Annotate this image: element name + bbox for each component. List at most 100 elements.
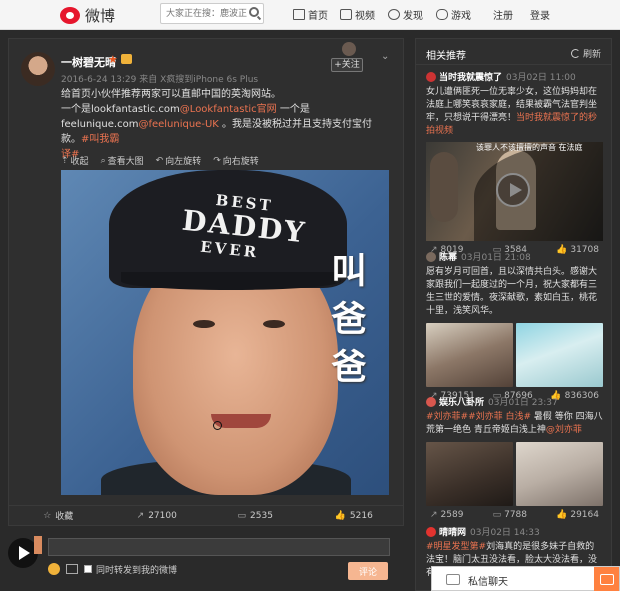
post-photo[interactable]: BEST DADDY EVER 叫爸爸: [61, 170, 389, 495]
comment-icon: ▭: [492, 510, 502, 520]
post-footer: ☆ 收藏 ↗ 27100 ▭ 2535 👍 5216: [9, 505, 403, 525]
star-badge-icon: ★: [108, 53, 118, 66]
like-count: 29164: [570, 510, 599, 520]
comment-stat[interactable]: ▭ 7788: [493, 510, 527, 520]
comment-icon: ▭: [237, 510, 247, 521]
nav-discover-label: 发现: [403, 11, 423, 22]
private-chat-bar[interactable]: 私信聊天: [431, 566, 620, 591]
nav-discover[interactable]: 发现: [388, 7, 423, 22]
nav-game-label: 游戏: [451, 11, 471, 22]
rec-item-author[interactable]: 娱乐八卦所: [439, 395, 484, 408]
like-button[interactable]: 👍 5216: [305, 506, 404, 525]
image-icon[interactable]: [66, 564, 78, 574]
photo-overlay-text: 叫爸爸: [331, 252, 367, 388]
avatar[interactable]: [426, 396, 436, 407]
rec-image[interactable]: [516, 323, 603, 387]
rec-item-text: 女儿遭俩匪死一位无辜少女，这位妈妈却在法庭上哪笑哀哀家庭，结果被霸气法官判坐牢，…: [426, 86, 603, 138]
rec-item-author[interactable]: 晴晴网: [439, 525, 466, 538]
rotate-left-button[interactable]: ↶ 向左旋转: [155, 154, 202, 168]
hashtag-link[interactable]: #明星发型第#: [426, 542, 486, 552]
comment-area: 同时转发到我的微博 评论: [8, 528, 404, 590]
enlarge-label: 查看大图: [107, 157, 144, 167]
rec-item[interactable]: 娱乐八卦所 03月01日 23:37 #刘亦菲##刘亦菲 白浅# 暑假 等你 四…: [426, 395, 603, 520]
rec-item[interactable]: 陈幂 03月01日 21:08 愿有岁月可回首，且以深情共白头。感谢大家跟我们一…: [426, 250, 603, 401]
avatar[interactable]: [426, 526, 436, 537]
rec-item-time: 03月01日 23:37: [488, 398, 558, 408]
mention-lookfantastic[interactable]: @Lookfantastic官网: [180, 104, 277, 115]
register-link[interactable]: 注册: [493, 7, 513, 22]
rec-image[interactable]: [516, 442, 603, 506]
repost-checkbox[interactable]: [84, 565, 92, 573]
collapse-button[interactable]: ⇡ 收起: [61, 154, 89, 168]
photo-cap-brim: [121, 272, 341, 290]
rec-item[interactable]: 当时我就震惊了 03月02日 11:00 女儿遭俩匪死一位无辜少女，这位妈妈却在…: [426, 70, 603, 255]
like-stat[interactable]: 👍 29164: [556, 510, 599, 520]
comment-count: 7788: [504, 510, 527, 520]
thumbs-up-icon: 👍: [334, 510, 346, 521]
rec-item-header: 陈幂 03月01日 21:08: [426, 250, 603, 263]
follow-button[interactable]: +关注: [331, 58, 363, 72]
nav-home[interactable]: 首页: [293, 7, 328, 22]
rotate-left-icon: ↶: [155, 155, 164, 166]
hashtag-link[interactable]: #叫我霸: [81, 134, 119, 145]
chevron-down-icon[interactable]: ⌄: [381, 51, 389, 62]
video-thumbnail[interactable]: 该罪人不该擅擅的声音 在法庭: [426, 142, 603, 241]
login-link[interactable]: 登录: [530, 7, 550, 22]
chat-icon: [446, 574, 460, 585]
submit-comment-button[interactable]: 评论: [348, 562, 388, 580]
video-figure-left: [430, 152, 458, 222]
nav-video-label: 视频: [355, 11, 375, 22]
rec-item-header: 娱乐八卦所 03月01日 23:37: [426, 395, 603, 408]
rec-item-time: 03月02日 14:33: [470, 528, 540, 538]
rec-item-author[interactable]: 当时我就震惊了: [439, 70, 502, 83]
search-icon[interactable]: [249, 7, 259, 17]
photo-eye-left: [193, 320, 215, 328]
rec-item-author[interactable]: 陈幂: [439, 250, 457, 263]
collapse-label: 收起: [70, 157, 89, 167]
comment-avatar: [34, 536, 42, 554]
rec-image[interactable]: [426, 323, 513, 387]
avatar[interactable]: [21, 52, 55, 86]
rec-item-text: #刘亦菲##刘亦菲 白浅# 暑假 等你 四海八荒第一绝色 青丘帝姬白浅上神@刘亦…: [426, 411, 603, 437]
like-count: 5216: [349, 510, 373, 521]
enlarge-icon: ⌕: [100, 155, 106, 166]
mention-feelunique[interactable]: @feelunique-UK: [138, 119, 218, 130]
top-nav-bar: 微博 首页 视频 发现 游戏 注册 登录: [0, 0, 620, 30]
search-input[interactable]: [161, 4, 247, 23]
comment-button[interactable]: ▭ 2535: [206, 506, 305, 525]
repost-count: 27100: [148, 510, 177, 521]
post-text-line-3: feelunique.com@feelunique-UK 。我是没被税过并且支持…: [61, 117, 391, 147]
avatar[interactable]: [426, 71, 436, 82]
rotate-right-button[interactable]: ↷ 向右旋转: [213, 154, 259, 168]
site-text-3: feelunique.com: [61, 119, 139, 130]
follow-avatar: [342, 42, 356, 56]
collapse-icon: ⇡: [61, 155, 69, 166]
zoom-cursor-icon: [213, 421, 222, 430]
repost-stat[interactable]: ↗ 2589: [430, 510, 463, 520]
avatar[interactable]: [426, 251, 436, 262]
weibo-logo[interactable]: 微博: [60, 5, 115, 26]
rec-item-time: 03月01日 21:08: [461, 253, 531, 263]
mention-link[interactable]: @刘亦菲: [546, 425, 582, 435]
refresh-button[interactable]: 刷新: [570, 47, 601, 60]
vip-badge-icon: [121, 54, 132, 64]
panel-title: 相关推荐: [426, 51, 466, 62]
discover-icon: [388, 9, 400, 20]
rec-item-text: 愿有岁月可回首，且以深情共白头。感谢大家跟我们一起度过的一个月，祝大家都有三生三…: [426, 267, 598, 316]
rec-item-time: 03月02日 11:00: [506, 73, 576, 83]
nav-game[interactable]: 游戏: [436, 7, 471, 22]
rec-image[interactable]: [426, 442, 513, 506]
search-box[interactable]: [160, 3, 264, 24]
favorite-button[interactable]: ☆ 收藏: [9, 506, 108, 525]
weibo-eye-icon: [60, 7, 80, 24]
post-text: 给首页小伙伴推荐两家可以直邮中国的英淘网站。 一个是lookfantastic.…: [61, 87, 391, 162]
follow-widget: +关注: [331, 42, 367, 72]
hashtag-link[interactable]: #刘亦菲##刘亦菲 白浅#: [426, 412, 531, 422]
enlarge-button[interactable]: ⌕ 查看大图: [100, 154, 144, 168]
emoji-icon[interactable]: [48, 563, 60, 575]
repost-button[interactable]: ↗ 27100: [108, 506, 207, 525]
chat-open-button[interactable]: [594, 567, 619, 591]
repost-icon: ↗: [136, 510, 145, 521]
nav-video[interactable]: 视频: [340, 7, 375, 22]
comment-input[interactable]: [48, 538, 390, 556]
